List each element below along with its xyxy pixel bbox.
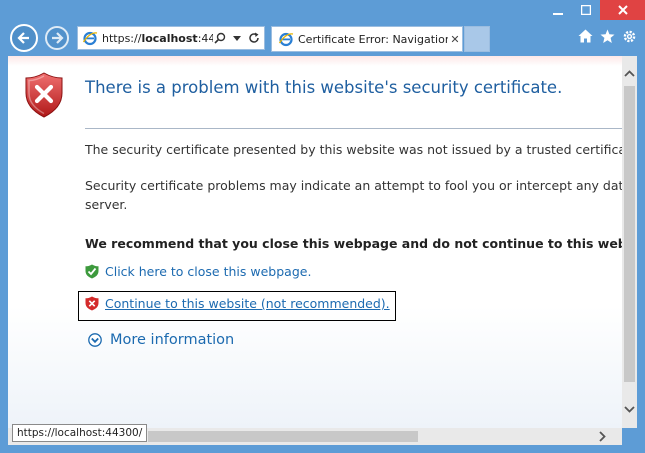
minimize-icon[interactable]: [544, 0, 572, 20]
vertical-scroll-thumb[interactable]: [624, 86, 635, 382]
more-information-toggle[interactable]: More information: [88, 332, 234, 348]
tab-certificate-error[interactable]: Certificate Error: Navigation... ✕: [271, 26, 463, 52]
certificate-warning-text: Security certificate problems may indica…: [85, 176, 622, 214]
top-strip: [8, 56, 622, 66]
certificate-warning-line1: Security certificate problems may indica…: [85, 178, 622, 193]
tab-title: Certificate Error: Navigation...: [298, 32, 448, 46]
scroll-right-icon[interactable]: [599, 428, 606, 445]
divider: [85, 128, 622, 129]
focus-rectangle: [78, 291, 396, 321]
expand-circle-icon: [88, 333, 102, 347]
toolbar-icons: [577, 28, 637, 44]
error-shield-icon: [25, 72, 63, 118]
address-url[interactable]: https://localhost:44300: [102, 32, 213, 45]
scroll-down-icon[interactable]: [622, 400, 637, 418]
certificate-warning-line2: server.: [85, 197, 128, 212]
tab-close-icon[interactable]: ✕: [448, 33, 462, 46]
status-bar-url: https://localhost:44300/: [12, 424, 148, 442]
ie-logo-icon: [278, 32, 294, 47]
home-icon[interactable]: [577, 28, 593, 44]
settings-icon[interactable]: [621, 28, 637, 44]
favorites-icon[interactable]: [599, 28, 615, 44]
close-icon[interactable]: [600, 0, 645, 20]
refresh-icon[interactable]: [247, 31, 261, 45]
forward-arrow-icon: [52, 32, 64, 44]
dropdown-icon[interactable]: [230, 31, 244, 45]
url-rest: :44300: [197, 31, 213, 45]
page-title: There is a problem with this website's s…: [85, 78, 563, 97]
browser-window: https://localhost:44300 Certificate Erro…: [0, 0, 645, 453]
back-button[interactable]: [10, 24, 38, 52]
close-page-row: Click here to close this webpage.: [85, 264, 311, 279]
window-controls: [544, 0, 645, 20]
ie-logo-icon: [82, 31, 98, 46]
green-shield-check-icon: [85, 264, 99, 279]
maximize-icon[interactable]: [572, 0, 600, 20]
address-bar[interactable]: https://localhost:44300: [77, 26, 265, 50]
new-tab-button[interactable]: [464, 26, 490, 52]
scroll-up-icon[interactable]: [622, 64, 637, 82]
back-arrow-icon: [17, 32, 29, 44]
navigation-bar: https://localhost:44300 Certificate Erro…: [0, 22, 645, 54]
close-webpage-link[interactable]: Click here to close this webpage.: [105, 264, 311, 279]
recommendation-text: We recommend that you close this webpage…: [85, 236, 622, 251]
certificate-issuer-text: The security certificate presented by th…: [85, 142, 622, 157]
forward-button[interactable]: [45, 26, 69, 50]
horizontal-scroll-thumb[interactable]: [148, 431, 418, 442]
vertical-scrollbar[interactable]: [622, 56, 637, 428]
url-prefix: https://: [102, 31, 142, 45]
more-information-label: More information: [110, 332, 235, 348]
page-content: There is a problem with this website's s…: [8, 56, 622, 428]
search-icon[interactable]: [213, 31, 227, 45]
url-host: localhost: [141, 31, 198, 45]
